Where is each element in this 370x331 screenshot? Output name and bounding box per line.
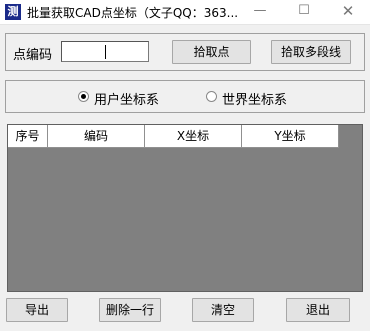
column-header-x[interactable]: X坐标	[145, 125, 242, 148]
app-logo-icon: 测	[5, 4, 21, 20]
user-coord-label[interactable]: 用户坐标系	[94, 89, 159, 108]
coordinate-table[interactable]: 序号 编码 X坐标 Y坐标	[7, 124, 363, 292]
minimize-button[interactable]: —	[239, 0, 281, 24]
delete-row-button[interactable]: 删除一行	[99, 298, 161, 322]
title-bar[interactable]: 测 批量获取CAD点坐标（文子QQ：363... — ☐ ✕	[0, 0, 370, 25]
column-header-code[interactable]: 编码	[48, 125, 145, 148]
export-button[interactable]: 导出	[6, 298, 68, 322]
column-header-y[interactable]: Y坐标	[242, 125, 339, 148]
world-coord-label[interactable]: 世界坐标系	[222, 89, 287, 108]
exit-button[interactable]: 退出	[286, 298, 350, 322]
clear-button[interactable]: 清空	[192, 298, 254, 322]
window-title: 批量获取CAD点坐标（文子QQ：363...	[27, 6, 239, 20]
user-coord-radio[interactable]	[78, 91, 89, 102]
point-code-input[interactable]	[61, 41, 149, 62]
close-button[interactable]: ✕	[327, 0, 369, 24]
point-code-label: 点编码	[13, 48, 53, 63]
pick-polyline-button[interactable]: 拾取多段线	[271, 40, 351, 64]
maximize-button[interactable]: ☐	[283, 0, 325, 24]
text-caret	[105, 45, 106, 59]
pick-point-button[interactable]: 拾取点	[172, 40, 251, 64]
column-header-index[interactable]: 序号	[8, 125, 48, 148]
world-coord-radio[interactable]	[206, 91, 217, 102]
coord-system-group	[5, 80, 365, 113]
